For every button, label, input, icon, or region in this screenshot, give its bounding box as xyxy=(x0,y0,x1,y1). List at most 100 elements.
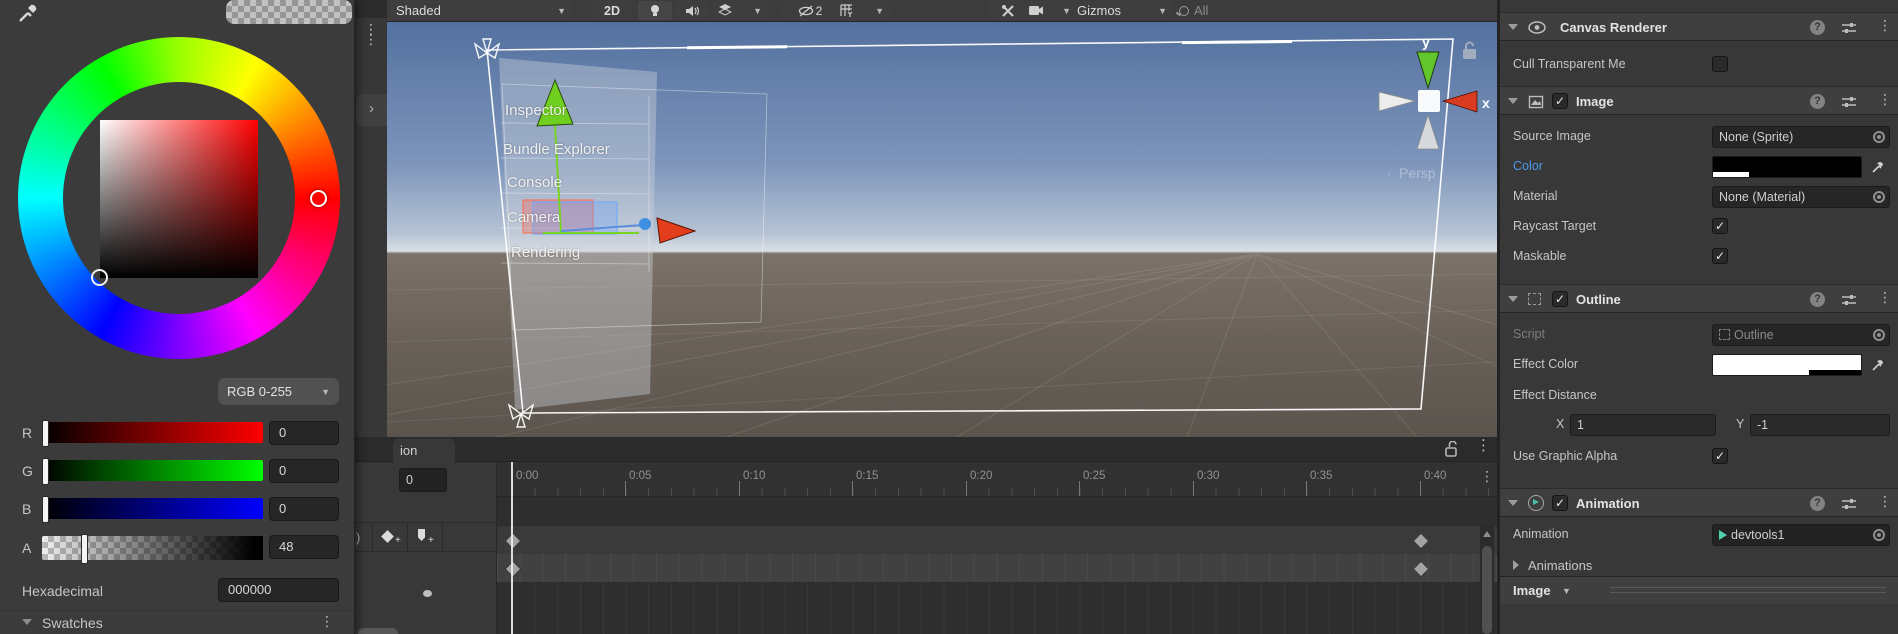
sv-square[interactable] xyxy=(100,120,258,278)
scene-view[interactable]: y x ‹ Inspector Bundle Explorer Console … xyxy=(387,22,1497,437)
help-icon[interactable]: ? xyxy=(1810,94,1825,109)
scroll-up-icon[interactable] xyxy=(1483,531,1491,537)
slider-handle[interactable] xyxy=(42,496,49,523)
green-value-input[interactable]: 0 xyxy=(269,459,339,483)
camera-settings-dropdown[interactable]: ▼ xyxy=(1023,1,1077,20)
preset-icon[interactable] xyxy=(1842,96,1856,108)
slider-handle[interactable] xyxy=(42,458,49,485)
row-animations-foldout[interactable]: Animations xyxy=(1500,556,1898,576)
gizmos-dropdown[interactable]: Gizmos ▼ xyxy=(1071,1,1173,20)
2d-toggle-button[interactable]: 2D xyxy=(592,1,632,20)
preset-icon[interactable] xyxy=(1842,498,1856,510)
use-graphic-alpha-checkbox[interactable]: ✓ xyxy=(1712,448,1728,464)
eyedropper-icon[interactable] xyxy=(1872,357,1886,371)
green-slider[interactable] xyxy=(42,460,263,481)
alpha-value-input[interactable]: 48 xyxy=(269,535,339,559)
hue-wheel-selector[interactable] xyxy=(310,190,327,207)
effect-distance-y-input[interactable]: -1 xyxy=(1750,414,1890,436)
sv-selector[interactable] xyxy=(91,269,108,286)
scene-search-field[interactable]: All xyxy=(1173,2,1329,19)
help-icon[interactable]: ? xyxy=(1810,496,1825,511)
object-picker-icon[interactable] xyxy=(1873,191,1885,203)
foldout-icon[interactable] xyxy=(1508,500,1518,506)
foldout-icon[interactable] xyxy=(22,619,32,625)
tools-button[interactable] xyxy=(989,1,1027,20)
dopesheet[interactable] xyxy=(497,497,1497,634)
record-icon-fragment[interactable]: ) xyxy=(356,530,360,545)
tab-animation[interactable]: ion xyxy=(393,439,455,462)
color-mode-dropdown[interactable]: RGB 0-255 ▼ xyxy=(218,378,339,405)
effects-dropdown-button[interactable]: ▼ xyxy=(712,1,768,20)
component-menu-icon[interactable]: ⋮ xyxy=(1878,94,1892,104)
ruler-menu-icon[interactable]: ⋮ xyxy=(1480,471,1494,481)
component-header-image[interactable]: ✓ Image ? ⋮ xyxy=(1500,86,1898,115)
preview-drag-handle[interactable] xyxy=(1610,587,1886,588)
strip-menu-icon[interactable]: ⋮⋮ xyxy=(364,24,378,44)
object-picker-icon[interactable] xyxy=(1873,131,1885,143)
eyedropper-icon[interactable] xyxy=(1872,159,1886,173)
current-color-preview xyxy=(226,0,352,24)
red-slider[interactable] xyxy=(42,422,263,443)
scrollbar-thumb[interactable] xyxy=(1482,546,1492,634)
effect-distance-x-input[interactable]: 1 xyxy=(1570,414,1716,436)
component-menu-icon[interactable]: ⋮ xyxy=(1878,496,1892,506)
source-image-field[interactable]: None (Sprite) xyxy=(1712,126,1890,148)
shading-mode-dropdown[interactable]: Shaded ▼ xyxy=(390,1,572,20)
preset-icon[interactable] xyxy=(1842,294,1856,306)
timeline-playhead[interactable] xyxy=(511,462,513,634)
object-picker-icon[interactable] xyxy=(1873,529,1885,541)
animation-window-menu-icon[interactable]: ⋮ xyxy=(1476,441,1491,451)
lighting-toggle-button[interactable] xyxy=(638,1,672,20)
slider-handle[interactable] xyxy=(42,420,49,447)
persp-label[interactable]: Persp xyxy=(1399,165,1436,181)
object-picker-icon[interactable] xyxy=(1873,329,1885,341)
cull-transparent-checkbox[interactable] xyxy=(1712,56,1728,72)
red-value-input[interactable]: 0 xyxy=(269,421,339,445)
hidden-objects-button[interactable]: 2 xyxy=(782,1,838,20)
hexadecimal-input[interactable]: 000000 xyxy=(218,578,339,602)
material-field[interactable]: None (Material) xyxy=(1712,186,1890,208)
add-keyframe-button[interactable]: + xyxy=(372,523,408,551)
timeline-ruler[interactable]: 0:00 0:05 0:10 0:15 0:20 0:25 0:30 0:35 … xyxy=(497,462,1497,497)
add-event-button[interactable]: + xyxy=(406,523,443,551)
frame-number-input[interactable]: 0 xyxy=(399,468,447,492)
swatches-row[interactable]: Swatches ⋮ xyxy=(0,610,354,634)
unlock-icon[interactable] xyxy=(1444,441,1459,457)
preview-bar[interactable]: Image ▼ xyxy=(1500,576,1898,604)
grid-dropdown-button[interactable]: ▼ xyxy=(834,1,890,20)
foldout-icon[interactable] xyxy=(1508,98,1518,104)
dopesheet-row[interactable] xyxy=(497,554,1497,582)
maskable-checkbox[interactable]: ✓ xyxy=(1712,248,1728,264)
component-menu-icon[interactable]: ⋮ xyxy=(1878,292,1892,302)
preview-drag-handle[interactable] xyxy=(1610,592,1886,593)
dopesheet-scrollbar[interactable] xyxy=(1480,526,1494,634)
help-icon[interactable]: ? xyxy=(1810,292,1825,307)
script-field[interactable]: Outline xyxy=(1712,324,1890,346)
property-keyframe-dot[interactable] xyxy=(423,590,432,597)
audio-toggle-button[interactable] xyxy=(674,1,710,20)
image-enabled-checkbox[interactable]: ✓ xyxy=(1552,93,1568,109)
dopesheet-row[interactable] xyxy=(497,526,1497,554)
component-header-canvas-renderer[interactable]: Canvas Renderer ? ⋮ xyxy=(1500,12,1898,41)
swatches-menu-icon[interactable]: ⋮ xyxy=(320,616,334,626)
eyedropper-icon[interactable] xyxy=(18,1,40,23)
button-fragment[interactable] xyxy=(358,628,398,634)
animation-clip-field[interactable]: devtools1 xyxy=(1712,524,1890,546)
strip-expand-tab[interactable]: › xyxy=(356,94,387,126)
component-menu-icon[interactable]: ⋮ xyxy=(1878,20,1892,30)
effect-color-swatch-field[interactable] xyxy=(1712,354,1862,376)
component-header-outline[interactable]: ✓ Outline ? ⋮ xyxy=(1500,284,1898,313)
alpha-slider[interactable] xyxy=(42,536,263,560)
slider-handle[interactable] xyxy=(81,534,88,564)
animation-enabled-checkbox[interactable]: ✓ xyxy=(1552,495,1568,511)
foldout-icon[interactable] xyxy=(1508,24,1518,30)
outline-enabled-checkbox[interactable]: ✓ xyxy=(1552,291,1568,307)
component-header-animation[interactable]: ✓ Animation ? ⋮ xyxy=(1500,488,1898,517)
raycast-target-checkbox[interactable]: ✓ xyxy=(1712,218,1728,234)
preset-icon[interactable] xyxy=(1842,22,1856,34)
color-swatch-field[interactable] xyxy=(1712,156,1862,178)
blue-value-input[interactable]: 0 xyxy=(269,497,339,521)
help-icon[interactable]: ? xyxy=(1810,20,1825,35)
foldout-icon[interactable] xyxy=(1508,296,1518,302)
blue-slider[interactable] xyxy=(42,498,263,519)
